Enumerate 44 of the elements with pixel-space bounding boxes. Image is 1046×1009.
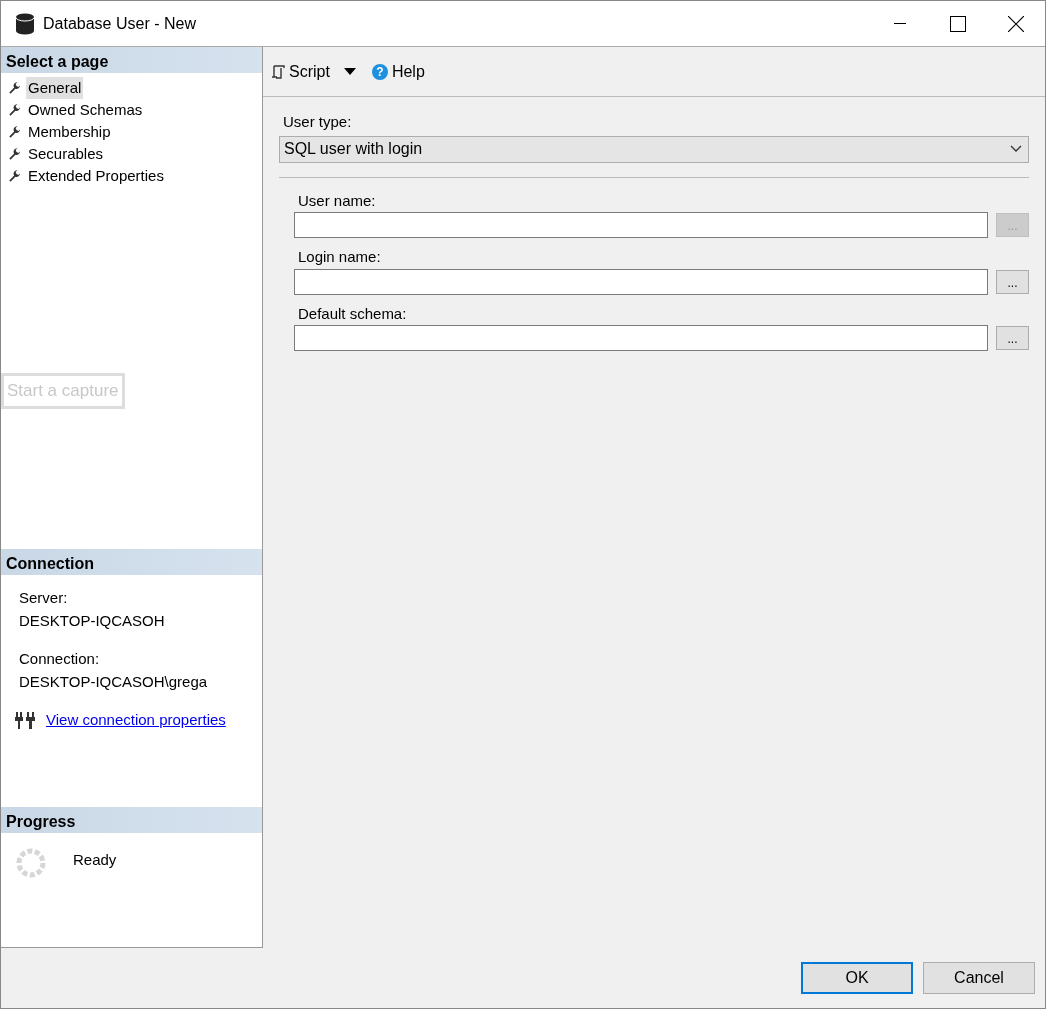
page-item[interactable]: Extended Properties <box>26 164 166 188</box>
spinner-icon <box>15 847 47 879</box>
page-item[interactable]: Owned Schemas <box>26 98 145 122</box>
dialog-button[interactable]: Cancel <box>923 962 1035 994</box>
server-label: Server: <box>19 588 69 608</box>
page-item[interactable]: Securables <box>26 142 106 166</box>
window-title: Database User - New <box>43 13 196 34</box>
page-item[interactable]: General <box>26 76 84 100</box>
section-header: Connection <box>1 549 262 575</box>
close-icon <box>1008 15 1024 32</box>
page-item[interactable]: Membership <box>26 120 113 144</box>
browse-button[interactable]: ... <box>996 326 1029 350</box>
field-label: Login name: <box>298 247 382 267</box>
section-header: Progress <box>1 807 262 833</box>
field-label: User name: <box>298 190 377 211</box>
text-field[interactable] <box>294 212 988 238</box>
script-button[interactable]: Script <box>271 59 330 84</box>
wrench-icon <box>8 103 21 117</box>
server-name: DESKTOP-IQCASOH <box>19 610 166 631</box>
field-label: Default schema: <box>298 303 408 324</box>
connection-label: Connection: <box>19 649 101 669</box>
plug-icon <box>14 710 38 731</box>
section-header: Select a page <box>1 47 262 73</box>
help-icon: ? <box>371 63 388 80</box>
wrench-icon <box>8 169 21 183</box>
view-connection-properties-link[interactable]: View connection properties <box>46 709 226 732</box>
minimize-icon <box>894 23 906 24</box>
text-field[interactable] <box>294 268 988 295</box>
maximize-icon <box>950 15 966 32</box>
database-icon <box>15 12 35 35</box>
text-field[interactable] <box>294 325 988 351</box>
dialog-button[interactable]: OK <box>801 962 913 994</box>
script-icon <box>271 63 285 80</box>
user-type-dropdown[interactable]: SQL user with login <box>279 135 1029 163</box>
wrench-icon <box>8 125 21 139</box>
browse-button[interactable]: ... <box>996 269 1029 294</box>
wrench-icon <box>8 81 21 95</box>
progress-status: Ready <box>73 850 117 870</box>
chevron-icon <box>1010 145 1022 153</box>
caret-icon[interactable] <box>343 67 356 76</box>
connection-name: DESKTOP-IQCASOH\grega <box>19 671 209 692</box>
help-button[interactable]: ? Help <box>371 59 425 84</box>
wrench-icon <box>8 147 21 161</box>
user-type-label: User type: <box>283 112 353 132</box>
